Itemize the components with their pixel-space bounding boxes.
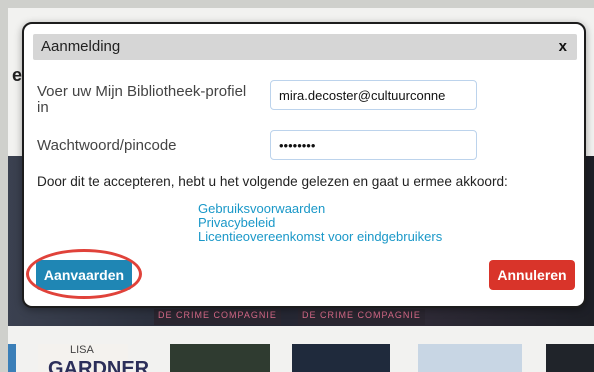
close-button[interactable]: x [559, 38, 567, 55]
book-cover[interactable] [170, 344, 270, 372]
login-dialog: Aanmelding x Voer uw Mijn Bibliotheek-pr… [22, 22, 586, 308]
license-agreement-link[interactable]: Licentieovereenkomst voor eindgebruikers [198, 230, 442, 244]
book-cover[interactable] [8, 344, 16, 372]
profile-label: Voer uw Mijn Bibliotheek-profiel in [37, 83, 247, 116]
password-input[interactable] [270, 130, 477, 160]
password-label: Wachtwoord/pincode [37, 137, 177, 154]
book-cover[interactable] [418, 344, 522, 372]
privacy-policy-link[interactable]: Privacybeleid [198, 216, 275, 230]
book-author-first: LISA [70, 344, 94, 356]
profile-input[interactable] [270, 80, 477, 110]
terms-of-use-link[interactable]: Gebruiksvoorwaarden [198, 202, 325, 216]
accept-button[interactable]: Aanvaarden [36, 260, 132, 290]
cover-strip: DE CRIME COMPAGNIE [298, 309, 425, 325]
cancel-button[interactable]: Annuleren [489, 260, 575, 290]
dialog-title: Aanmelding [41, 38, 121, 55]
agreement-text: Door dit te accepteren, hebt u het volge… [37, 174, 508, 189]
cover-strip: DE CRIME COMPAGNIE [154, 309, 281, 325]
book-cover[interactable]: LISA GARDNER [38, 344, 149, 372]
book-author-last: GARDNER [48, 358, 150, 372]
background-heading-fragment: e [12, 65, 23, 85]
dialog-header: Aanmelding x [33, 34, 577, 60]
book-cover[interactable] [292, 344, 390, 372]
book-cover[interactable] [546, 344, 594, 372]
book-row: LISA GARDNER [8, 344, 594, 372]
